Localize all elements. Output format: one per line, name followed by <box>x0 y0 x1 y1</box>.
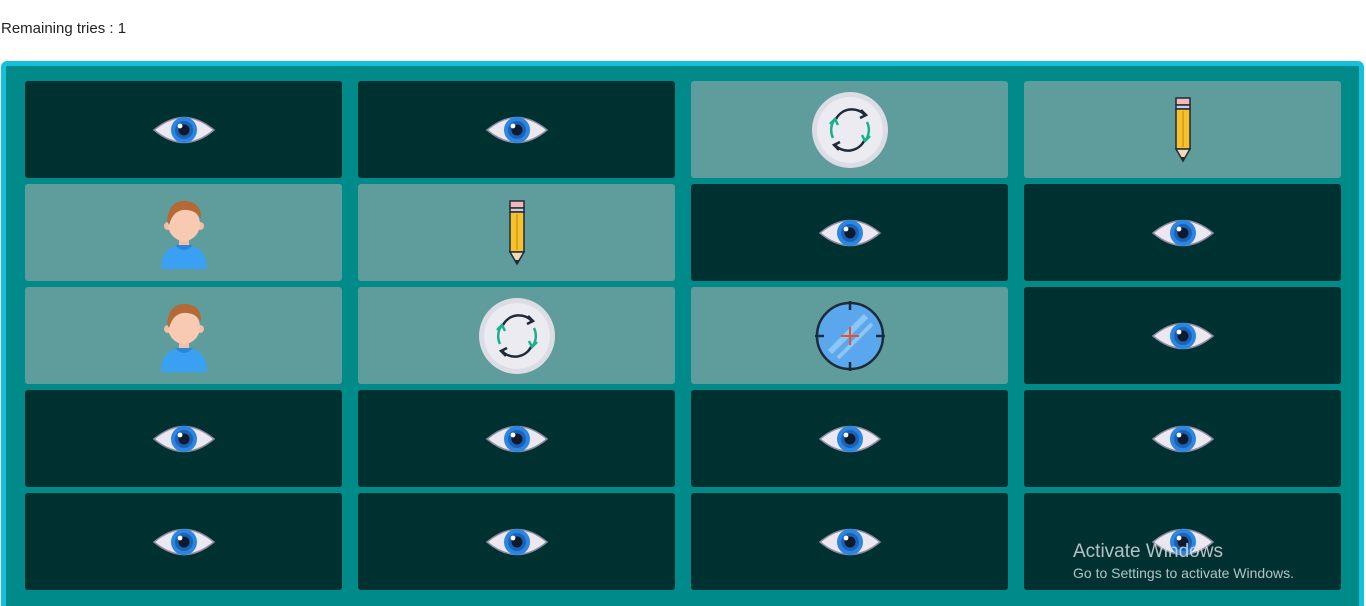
card-18[interactable] <box>358 493 675 590</box>
eye-icon <box>152 113 216 147</box>
card-7[interactable] <box>691 184 1008 281</box>
eye-icon <box>1151 319 1215 353</box>
card-5[interactable] <box>25 184 342 281</box>
card-10[interactable] <box>358 287 675 384</box>
user-icon <box>159 300 209 372</box>
card-16[interactable] <box>1024 390 1341 487</box>
card-8[interactable] <box>1024 184 1341 281</box>
eye-icon <box>818 216 882 250</box>
card-1[interactable] <box>25 81 342 178</box>
card-4[interactable] <box>1024 81 1341 178</box>
refresh-icon <box>478 297 556 375</box>
eye-icon <box>152 422 216 456</box>
eye-icon <box>485 525 549 559</box>
card-6[interactable] <box>358 184 675 281</box>
eye-icon <box>485 113 549 147</box>
eye-icon <box>485 422 549 456</box>
card-15[interactable] <box>691 390 1008 487</box>
card-9[interactable] <box>25 287 342 384</box>
card-12[interactable] <box>1024 287 1341 384</box>
eye-icon <box>1151 216 1215 250</box>
card-19[interactable] <box>691 493 1008 590</box>
eye-icon <box>1151 525 1215 559</box>
eye-icon <box>818 422 882 456</box>
remaining-tries-label: Remaining tries : 1 <box>1 20 127 37</box>
card-20[interactable] <box>1024 493 1341 590</box>
card-14[interactable] <box>358 390 675 487</box>
pencil-icon <box>507 199 527 266</box>
card-13[interactable] <box>25 390 342 487</box>
card-3[interactable] <box>691 81 1008 178</box>
crosshair-icon <box>814 300 886 372</box>
eye-icon <box>818 525 882 559</box>
user-icon <box>159 197 209 269</box>
card-11[interactable] <box>691 287 1008 384</box>
card-grid <box>25 81 1341 590</box>
refresh-icon <box>811 91 889 169</box>
eye-icon <box>1151 422 1215 456</box>
eye-icon <box>152 525 216 559</box>
card-2[interactable] <box>358 81 675 178</box>
memory-game-board <box>1 61 1364 606</box>
card-17[interactable] <box>25 493 342 590</box>
pencil-icon <box>1173 96 1193 163</box>
